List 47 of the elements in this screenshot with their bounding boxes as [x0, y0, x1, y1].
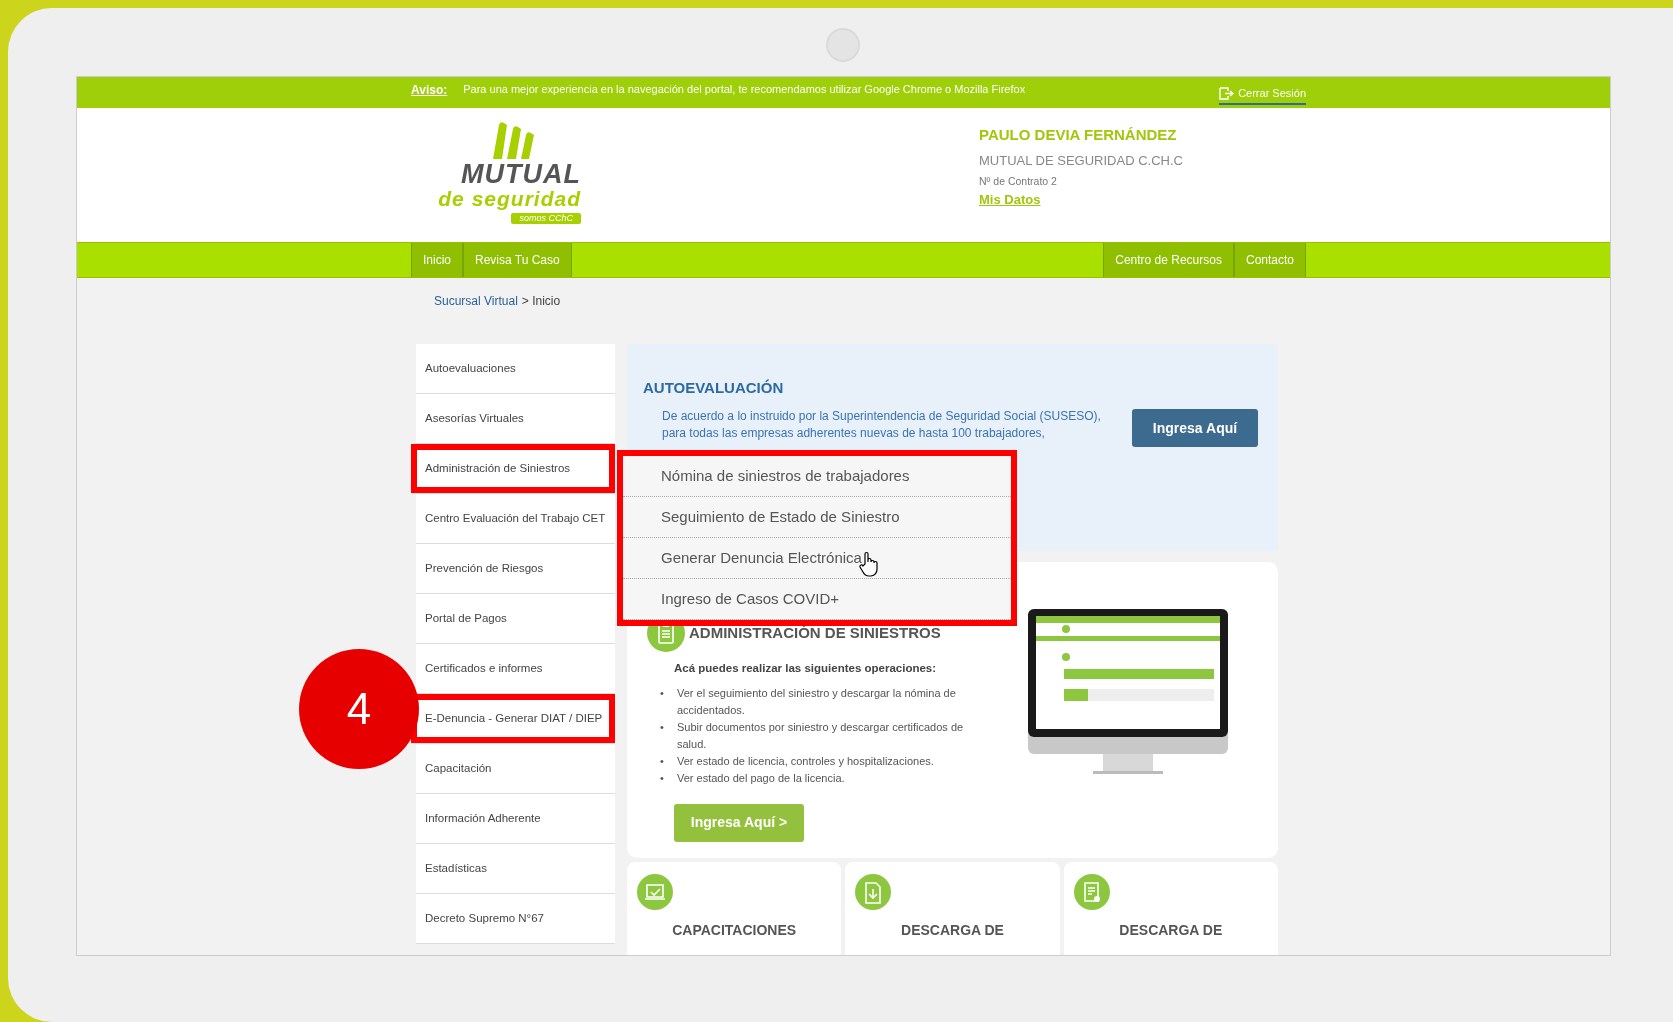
dropdown-item[interactable]: Seguimiento de Estado de Siniestro — [623, 497, 1011, 538]
sidebar-item[interactable]: E-Denuncia - Generar DIAT / DIEP — [411, 694, 615, 744]
sidebar-item[interactable]: Prevención de Riesgos — [416, 544, 615, 594]
breadcrumb-current: > Inicio — [521, 293, 561, 310]
bullet-text: Ver estado de licencia, controles y hospitalizaciones. — [677, 754, 934, 770]
bullet-marker: • — [659, 720, 665, 736]
sidebar-item[interactable]: Portal de Pagos — [416, 594, 615, 644]
card-title: CAPACITACIONES — [671, 921, 798, 940]
presentation-icon — [637, 874, 673, 910]
notice-label: Aviso: — [411, 82, 448, 99]
bullet-text: Ver estado del pago de la licencia. — [677, 771, 845, 787]
section-title: AUTOEVALUACIÓN — [643, 378, 785, 398]
info-text: De acuerdo a lo instruido por la Superintendencia de Seguridad Social (SUSESO), para todas las empresas adherentes nuevas de hasta 100 trabajadores, — [662, 407, 1102, 442]
bullet-text: Ver el seguimiento del siniestro y descargar la nómina de accidentados. — [677, 686, 957, 719]
user-name: PAULO DEVIA FERNÁNDEZ — [979, 125, 1178, 145]
breadcrumb-link[interactable]: Sucursal Virtual — [434, 292, 518, 344]
dropdown-item[interactable]: Nómina de siniestros de trabajadores — [623, 456, 1011, 497]
step-number-badge: 4 — [299, 649, 419, 769]
bullet-text: Subir documentos por siniestro y descargar certificados de salud. — [677, 720, 965, 753]
sidebar-item[interactable]: Capacitación — [416, 744, 615, 794]
bullet-marker: • — [659, 771, 665, 787]
enter-button[interactable]: Ingresa Aquí — [1132, 409, 1258, 447]
sidebar-item[interactable]: Estadísticas — [416, 844, 615, 894]
dropdown-item[interactable]: Generar Denuncia Electrónica — [623, 538, 1011, 579]
logo-tagline: somos CChC — [511, 213, 581, 224]
sidebar-item[interactable]: Certificados e informes — [416, 644, 615, 694]
certificate-icon — [1073, 874, 1110, 910]
contract-number: Nº de Contrato 2 — [979, 174, 1058, 189]
sidebar-item[interactable]: Centro Evaluación del Trabajo CET — [416, 494, 615, 544]
notice-text: Para una mejor experiencia en la navegación del portal, te recomendamos utilizar Google Chrome o Mozilla Firefox — [463, 82, 1026, 97]
card-title: DESCARGA DE — [900, 921, 1005, 940]
exit-icon — [1219, 86, 1235, 100]
bullet-marker: • — [659, 754, 665, 770]
sidebar-item[interactable]: Información Adherente — [416, 794, 615, 844]
company-name: MUTUAL DE SEGURIDAD C.CH.C — [979, 151, 1183, 170]
sidebar-item[interactable]: Autoevaluaciones — [416, 344, 615, 394]
logo-subtitle: de seguridad — [438, 188, 581, 209]
bullet-marker: • — [659, 686, 665, 702]
sidebar-item[interactable]: Decreto Supremo N°67 — [416, 894, 615, 944]
logo-wordmark: MUTUAL — [461, 161, 581, 188]
card-title: DESCARGA DE — [1118, 921, 1224, 940]
dropdown-item[interactable]: Ingreso de Casos COVID+ — [623, 579, 1011, 620]
intro-text: Acá puedes realizar las siguientes operaciones: — [674, 661, 938, 676]
sidebar-item[interactable]: Asesorías Virtuales — [416, 394, 615, 444]
document-download-icon — [855, 874, 892, 910]
section-title: ADMINISTRACIÓN DE SINIESTROS — [689, 622, 941, 643]
sidebar-item[interactable]: Administración de Siniestros — [411, 444, 615, 494]
